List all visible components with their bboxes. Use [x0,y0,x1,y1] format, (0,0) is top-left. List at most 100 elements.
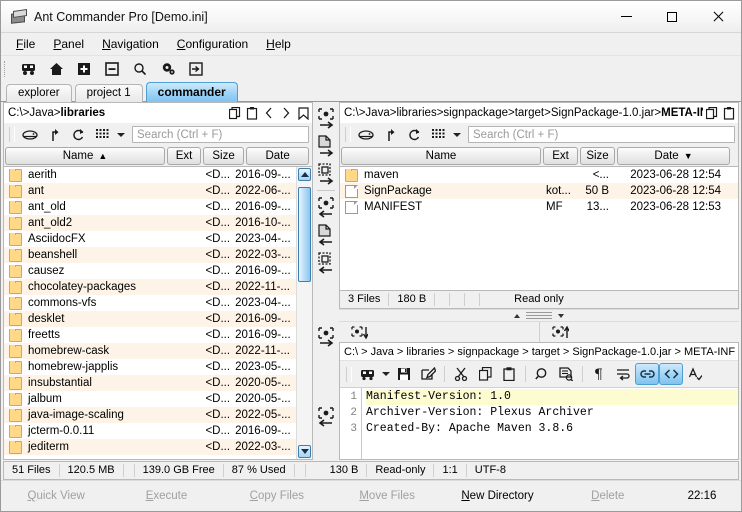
drive-icon[interactable] [18,124,42,145]
cut-icon[interactable] [449,363,473,385]
close-button[interactable] [695,1,741,32]
pilcrow-icon[interactable]: ¶ [587,363,611,385]
move-right-icon[interactable] [314,104,338,132]
refresh-icon[interactable] [66,124,90,145]
right-header-size[interactable]: Size [580,147,615,165]
table-row[interactable]: MANIFEST MF 13... 2023-06-28 12:53 [340,199,738,215]
view-mode-icon[interactable] [90,124,114,145]
right-header-ext[interactable]: Ext [543,147,578,165]
left-search-input[interactable]: Search (Ctrl + F) [132,126,309,143]
right-toolbar-grip[interactable] [345,127,351,142]
bookmark-icon[interactable] [296,106,310,121]
menu-panel[interactable]: Panel [44,35,93,53]
right-search-input[interactable]: Search (Ctrl + F) [468,126,735,143]
tab-explorer[interactable]: explorer [6,84,72,102]
code-view-icon[interactable] [659,363,683,385]
find-in-file-icon[interactable] [554,363,578,385]
left-path-bar[interactable]: C:\>Java>libraries [3,102,313,123]
search-icon[interactable] [126,57,154,81]
fnkey-execute[interactable]: Execute [111,490,221,502]
scroll-up-button[interactable] [298,168,311,181]
pack-right-icon[interactable] [314,160,338,188]
table-row[interactable]: commons-vfs <D... 2023-04-... [4,295,296,311]
code-line[interactable]: Archiver-Version: Plexus Archiver [366,405,738,421]
pack-left-icon[interactable] [314,249,338,277]
up-level-icon[interactable] [378,124,402,145]
open-dropdown-caret[interactable] [379,363,392,385]
tab-project-1[interactable]: project 1 [74,84,143,102]
table-row[interactable]: jalbum <D... 2020-05-... [4,391,296,407]
paste-path-icon[interactable] [245,106,259,121]
table-row[interactable]: AsciidocFX <D... 2023-04-... [4,231,296,247]
open-file-icon[interactable] [355,363,379,385]
drives-icon[interactable] [14,57,42,81]
right-header-name[interactable]: Name [341,147,541,165]
table-row[interactable]: maven <... 2023-06-28 12:54 [340,167,738,183]
menu-file[interactable]: File [7,35,44,53]
editor-sync-left-icon[interactable] [314,402,338,430]
code-line[interactable]: Created-By: Apache Maven 3.8.6 [366,421,738,437]
editor-sync-up-tab[interactable] [538,322,740,342]
paste-path-icon[interactable] [722,106,736,121]
word-wrap-icon[interactable] [611,363,635,385]
fnkey-delete[interactable]: Delete [553,490,663,502]
menu-configuration[interactable]: Configuration [168,35,257,53]
right-file-rows[interactable]: maven <... 2023-06-28 12:54 SignPackage kot.… [340,167,738,290]
editor-toolbar-grip[interactable] [346,366,352,382]
left-header-size[interactable]: Size [202,147,245,165]
table-row[interactable]: homebrew-japplis <D... 2023-05-... [4,359,296,375]
table-row[interactable]: jediterm <D... 2022-03-... [4,439,296,455]
copy-path-icon[interactable] [228,106,242,121]
left-header-ext[interactable]: Ext [167,147,201,165]
editor-sync-down-tab[interactable] [339,322,539,342]
editor-path-bar[interactable]: C:\ > Java > libraries > signpackage > t… [340,343,738,361]
exit-arrow-icon[interactable] [182,57,210,81]
save-icon[interactable] [392,363,416,385]
minus-box-icon[interactable] [98,57,126,81]
left-file-rows[interactable]: aerith <D... 2016-09-... ant <D... 2022-06-..… [4,167,296,459]
editor-sync-right-icon[interactable] [314,322,338,350]
table-row[interactable]: jcterm-0.0.11 <D... 2016-09-... [4,423,296,439]
table-row[interactable]: desklet <D... 2016-09-... [4,311,296,327]
tab-commander[interactable]: commander [145,82,238,102]
table-row[interactable]: java-image-scaling <D... 2022-05-... [4,407,296,423]
table-row[interactable]: aerith <D... 2016-09-... [4,167,296,183]
editor-text-area[interactable]: 1 2 3 Manifest-Version: 1.0 Archiver-Versio… [340,388,738,459]
back-arrow-icon[interactable] [262,106,276,121]
left-header-name[interactable]: Name ▲ [5,147,166,165]
table-row[interactable]: homebrew-cask <D... 2022-11-... [4,343,296,359]
plus-box-icon[interactable] [70,57,98,81]
fnkey-quick-view[interactable]: Quick View [1,490,111,502]
refresh-icon[interactable] [402,124,426,145]
scroll-thumb[interactable] [298,187,311,282]
horizontal-splitter[interactable] [339,309,739,322]
table-row[interactable]: chocolatey-packages <D... 2022-11-... [4,279,296,295]
copy-icon[interactable] [473,363,497,385]
code-line[interactable]: Manifest-Version: 1.0 [366,389,738,405]
view-mode-icon[interactable] [426,124,450,145]
settings-gear-icon[interactable] [154,57,182,81]
menu-help[interactable]: Help [257,35,300,53]
scroll-down-button[interactable] [298,445,311,458]
toolbar-grip[interactable] [4,61,10,77]
table-row[interactable]: causez <D... 2016-09-... [4,263,296,279]
up-level-icon[interactable] [42,124,66,145]
fnkey-new-directory[interactable]: New Directory [442,490,552,502]
table-row[interactable]: SignPackage kot... 50 B 2023-06-28 12:54 [340,183,738,199]
copy-path-icon[interactable] [705,106,719,121]
link-icon[interactable] [635,363,659,385]
find-icon[interactable] [530,363,554,385]
right-header-date[interactable]: Date ▼ [617,147,730,165]
left-header-date[interactable]: Date [246,147,310,165]
left-toolbar-grip[interactable] [9,127,15,142]
menu-navigation[interactable]: Navigation [93,35,168,53]
fnkey-move-files[interactable]: Move Files [332,490,442,502]
editor-code[interactable]: Manifest-Version: 1.0 Archiver-Version: P… [362,388,738,459]
view-dropdown-caret[interactable] [450,124,464,145]
minimize-button[interactable] [603,1,649,32]
fnkey-copy-files[interactable]: Copy Files [222,490,332,502]
table-row[interactable]: insubstantial <D... 2020-05-... [4,375,296,391]
right-path-bar[interactable]: C:\>Java>libraries>signpackage>target>Si… [339,102,739,123]
table-row[interactable]: ant <D... 2022-06-... [4,183,296,199]
drive-icon[interactable] [354,124,378,145]
